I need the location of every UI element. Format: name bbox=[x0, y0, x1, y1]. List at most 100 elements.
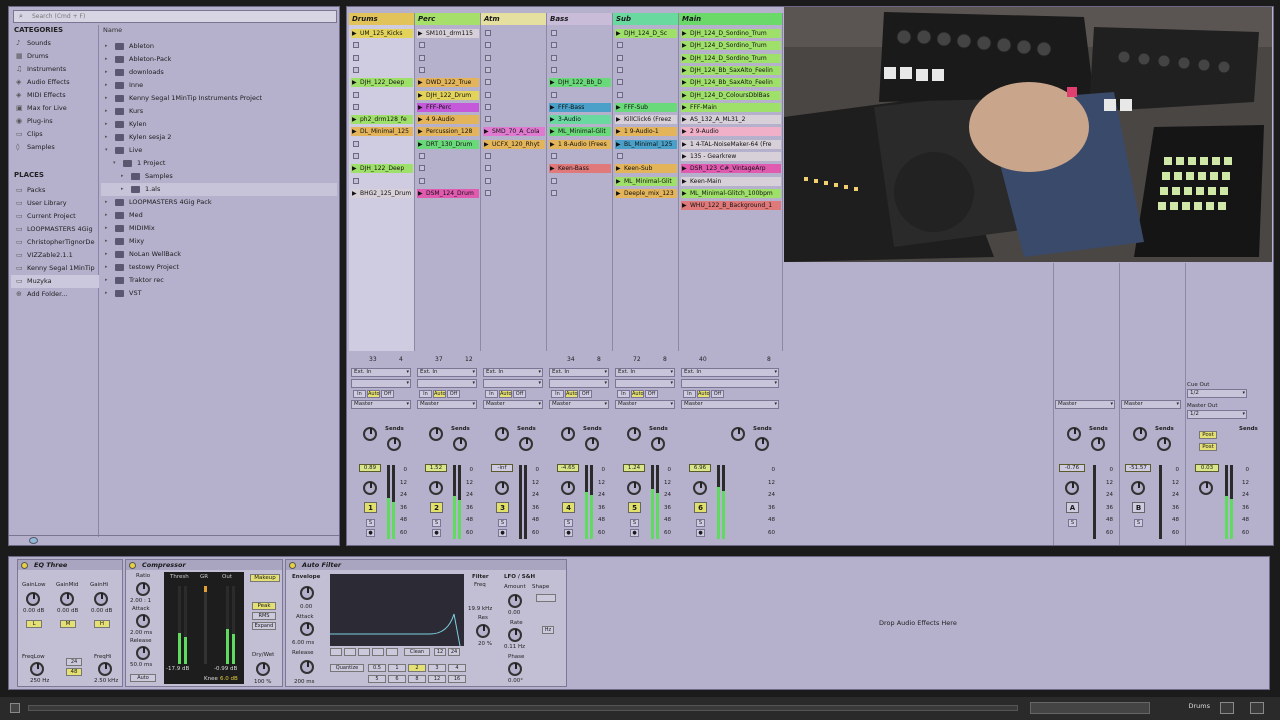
solo-button[interactable]: S bbox=[1068, 519, 1077, 527]
clip[interactable]: ▶ 1 9-Audio-1 bbox=[615, 127, 677, 137]
clip-play-icon[interactable]: ▶ bbox=[484, 140, 489, 149]
file-row[interactable]: ▸ Samples bbox=[101, 170, 337, 183]
clip-play-icon[interactable]: ▶ bbox=[484, 127, 489, 136]
return-volume-value[interactable]: -0.76 bbox=[1059, 464, 1085, 472]
collapsed-arrow-icon[interactable]: ▸ bbox=[105, 261, 113, 274]
file-row[interactable]: ▸ Kurs bbox=[101, 105, 337, 118]
clip-stop-button[interactable] bbox=[617, 54, 623, 61]
collapsed-arrow-icon[interactable]: ▸ bbox=[105, 222, 113, 235]
bandpass-button[interactable] bbox=[358, 648, 370, 656]
file-row[interactable]: ▸ Med bbox=[101, 209, 337, 222]
clip-stop-button[interactable] bbox=[485, 116, 491, 123]
send-b-knob[interactable] bbox=[755, 437, 769, 451]
device-power-icon[interactable] bbox=[21, 562, 28, 569]
hz-button[interactable]: Hz bbox=[542, 626, 554, 634]
volume-value[interactable]: 0.89 bbox=[359, 464, 381, 472]
clip[interactable]: ▶ DWD_122_True bbox=[417, 78, 479, 88]
track-header-perc[interactable]: Perc bbox=[415, 13, 481, 25]
clip-play-icon[interactable]: ▶ bbox=[682, 140, 687, 149]
input-type-select[interactable]: Ext. In bbox=[351, 368, 411, 377]
monitor-in-button[interactable]: In bbox=[485, 390, 498, 398]
clip[interactable]: ▶ SM101_drm115 bbox=[417, 29, 479, 38]
track-header-drums[interactable]: Drums bbox=[349, 13, 415, 25]
send-b-knob[interactable] bbox=[519, 437, 533, 451]
collapsed-arrow-icon[interactable]: ▸ bbox=[105, 209, 113, 222]
thresh-meter[interactable] bbox=[178, 586, 181, 664]
input-channel-select[interactable] bbox=[549, 379, 609, 388]
clip-play-icon[interactable]: ▶ bbox=[682, 115, 687, 124]
quantize-value-button[interactable]: 1 bbox=[388, 664, 406, 672]
device-power-icon[interactable] bbox=[129, 562, 136, 569]
clip-stop-button[interactable] bbox=[419, 153, 425, 159]
clip-stop-button[interactable] bbox=[353, 54, 359, 61]
pan-knob[interactable] bbox=[363, 481, 377, 495]
collapsed-arrow-icon[interactable]: ▸ bbox=[105, 131, 113, 144]
clip-stop-button[interactable] bbox=[485, 79, 491, 86]
output-select[interactable]: Master bbox=[351, 400, 411, 409]
clip-play-icon[interactable]: ▶ bbox=[418, 91, 423, 100]
volume-value[interactable]: -4.65 bbox=[557, 464, 579, 472]
input-channel-select[interactable] bbox=[417, 379, 477, 388]
arm-button[interactable]: ● bbox=[564, 529, 573, 537]
collapsed-arrow-icon[interactable]: ▸ bbox=[105, 248, 113, 261]
clip-stop-button[interactable] bbox=[485, 153, 491, 159]
clip-play-icon[interactable]: ▶ bbox=[550, 127, 555, 136]
release-knob[interactable] bbox=[300, 660, 314, 674]
clip[interactable]: ▶ DJH_124_D_Sordino_Trum bbox=[681, 53, 781, 63]
arm-button[interactable]: ● bbox=[696, 529, 705, 537]
file-row[interactable]: ▾ Live bbox=[101, 144, 337, 157]
output-select[interactable]: Master bbox=[483, 400, 543, 409]
monitor-in-button[interactable]: In bbox=[617, 390, 630, 398]
clip-play-icon[interactable]: ▶ bbox=[682, 152, 687, 161]
file-row[interactable]: ▸ 1.als bbox=[101, 183, 337, 196]
monitor-auto-button[interactable]: Auto bbox=[367, 390, 380, 398]
clip[interactable]: ▶ DSM_124_Drum bbox=[417, 188, 479, 198]
file-row[interactable]: ▸ Kylen bbox=[101, 118, 337, 131]
clip-stop-button[interactable] bbox=[551, 189, 557, 196]
clip[interactable]: ▶ DJH_122_Deep bbox=[351, 78, 413, 88]
collapsed-arrow-icon[interactable]: ▸ bbox=[105, 118, 113, 131]
collapsed-arrow-icon[interactable]: ▸ bbox=[105, 66, 113, 79]
collapsed-arrow-icon[interactable]: ▸ bbox=[121, 183, 129, 196]
clip[interactable]: ▶ DJH_122_Drum bbox=[417, 90, 479, 100]
file-row[interactable]: ▸ NoLan WellBack bbox=[101, 248, 337, 261]
category-samples[interactable]: ◊ Samples bbox=[11, 141, 99, 154]
clip-stop-button[interactable] bbox=[485, 165, 491, 172]
pan-knob[interactable] bbox=[627, 481, 641, 495]
send-a-knob[interactable] bbox=[1133, 427, 1147, 441]
morph-button[interactable] bbox=[386, 648, 398, 656]
solo-button[interactable]: S bbox=[498, 519, 507, 527]
place-current-project[interactable]: ▭ Current Project bbox=[11, 210, 99, 223]
clip-play-icon[interactable]: ▶ bbox=[682, 127, 687, 136]
quantize-value-button[interactable]: 8 bbox=[408, 675, 426, 683]
clip-stop-button[interactable] bbox=[353, 177, 359, 184]
send-b-knob[interactable] bbox=[585, 437, 599, 451]
name-column-header[interactable]: Name bbox=[103, 26, 122, 34]
clip-stop-button[interactable] bbox=[617, 42, 623, 49]
clip[interactable]: ▶ FFF-Sub bbox=[615, 102, 677, 112]
clip[interactable]: ▶ WHU_122_B_Background_1 bbox=[681, 201, 781, 211]
track-activator-button[interactable]: 5 bbox=[628, 502, 641, 513]
clip-stop-button[interactable] bbox=[551, 153, 557, 159]
collapsed-arrow-icon[interactable]: ▸ bbox=[121, 170, 129, 183]
clip-stop-button[interactable] bbox=[485, 103, 491, 110]
clip-play-icon[interactable]: ▶ bbox=[682, 54, 687, 63]
send-a-knob[interactable] bbox=[627, 427, 641, 441]
monitor-off-button[interactable]: Off bbox=[447, 390, 460, 398]
monitor-off-button[interactable]: Off bbox=[513, 390, 526, 398]
category-plug-ins[interactable]: ◉ Plug-ins bbox=[11, 115, 99, 128]
clip[interactable]: ▶ DJH_124_D_Sordino_Trum bbox=[681, 41, 781, 51]
file-row[interactable]: ▸ MIDIMix bbox=[101, 222, 337, 235]
clip-stop-button[interactable] bbox=[419, 42, 425, 49]
clip[interactable]: ▶ ML_Minimal-Glit bbox=[615, 176, 677, 186]
expand-button[interactable]: Expand bbox=[252, 622, 276, 630]
file-row[interactable]: ▸ Ableton bbox=[101, 40, 337, 53]
monitor-in-button[interactable]: In bbox=[683, 390, 696, 398]
clip-play-icon[interactable]: ▶ bbox=[550, 164, 555, 173]
clip-play-icon[interactable]: ▶ bbox=[616, 177, 621, 186]
post-send-button[interactable]: Post bbox=[1199, 443, 1217, 451]
monitor-auto-button[interactable]: Auto bbox=[565, 390, 578, 398]
clip-stop-button[interactable] bbox=[485, 54, 491, 61]
file-row[interactable]: ▸ downloads bbox=[101, 66, 337, 79]
clip[interactable]: ▶ SMD_70_A_Cola bbox=[483, 127, 545, 137]
